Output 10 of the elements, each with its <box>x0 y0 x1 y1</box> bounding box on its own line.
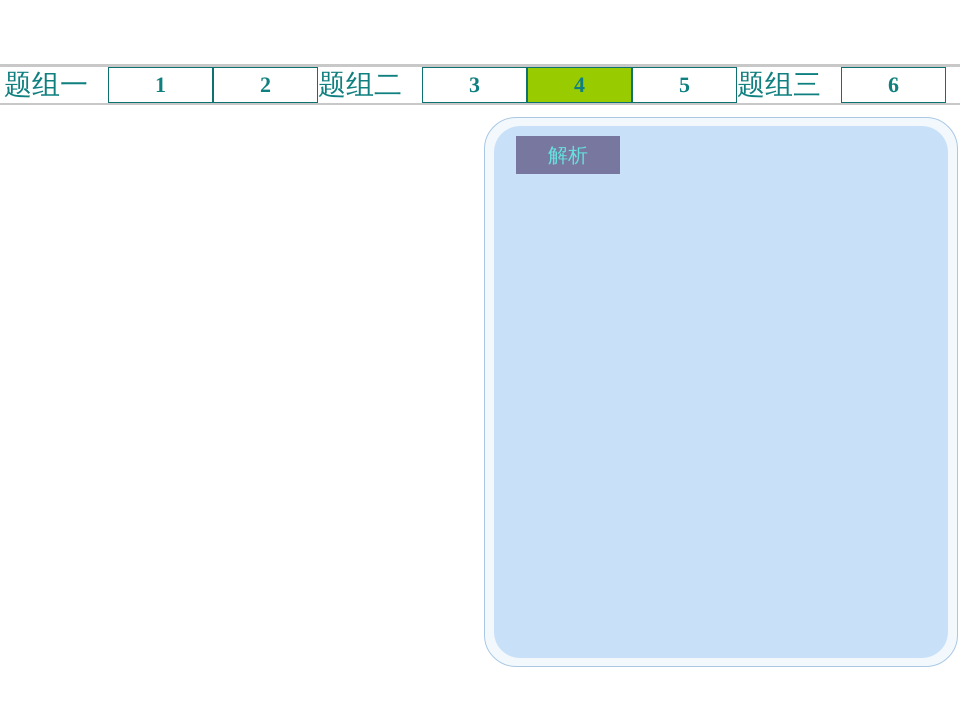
group-label: 题组二 <box>318 67 403 103</box>
question-tab[interactable]: 1 <box>108 67 213 103</box>
question-tab[interactable]: 2 <box>213 67 318 103</box>
question-tab[interactable]: 4 <box>527 67 632 103</box>
analysis-button[interactable]: 解析 <box>516 136 620 174</box>
question-tab[interactable]: 6 <box>841 67 946 103</box>
group-label: 题组一 <box>4 67 89 103</box>
group-label: 题组三 <box>737 67 822 103</box>
question-tab[interactable]: 5 <box>632 67 737 103</box>
question-tab[interactable]: 3 <box>422 67 527 103</box>
